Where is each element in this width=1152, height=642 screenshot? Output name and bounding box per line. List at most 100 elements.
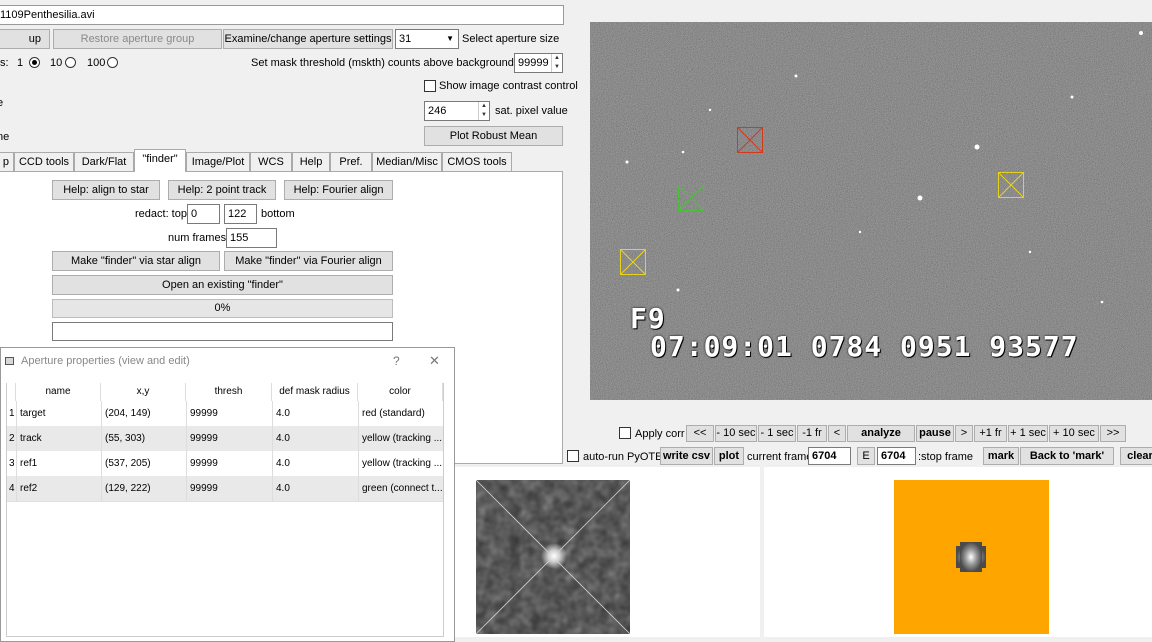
cell-name[interactable]: track xyxy=(16,426,101,451)
cell-thresh[interactable]: 99999 xyxy=(186,476,272,501)
plot-robust-mean-button[interactable]: Plot Robust Mean xyxy=(424,126,563,146)
cell-radius[interactable]: 4.0 xyxy=(272,476,358,501)
analyze-button[interactable]: analyze xyxy=(847,425,915,442)
current-frame-field[interactable]: 6704 xyxy=(808,447,851,465)
cell-xy[interactable]: (55, 303) xyxy=(101,426,186,451)
column-header-name[interactable]: name xyxy=(16,383,101,401)
contrast-checkbox[interactable] xyxy=(424,80,436,92)
cell-radius[interactable]: 4.0 xyxy=(272,401,358,426)
clear-button[interactable]: clear xyxy=(1120,447,1152,465)
plus-1-sec-button[interactable]: + 1 sec xyxy=(1008,425,1048,442)
aperture-marker-red[interactable] xyxy=(737,127,763,153)
radio-1-label: 1 xyxy=(17,57,24,69)
back-to-mark-button[interactable]: Back to 'mark' xyxy=(1020,447,1114,465)
redact-top-label: redact: top xyxy=(135,208,187,220)
cell-radius[interactable]: 4.0 xyxy=(272,426,358,451)
cell-radius[interactable]: 4.0 xyxy=(272,451,358,476)
plot-button[interactable]: plot xyxy=(714,447,744,465)
redact-bottom-label: bottom xyxy=(261,208,295,220)
sat-pixel-value: 246 xyxy=(428,105,447,117)
cell-xy[interactable]: (129, 222) xyxy=(101,476,186,501)
tab-wcs[interactable]: WCS xyxy=(250,152,292,171)
column-header-def-mask-radius[interactable]: def mask radius xyxy=(272,383,358,401)
tab-ccd-tools[interactable]: CCD tools xyxy=(14,152,74,171)
minus-1-frame-button[interactable]: -1 fr xyxy=(797,425,827,442)
mask-thumbnail-image xyxy=(956,542,986,572)
plus-10-sec-button[interactable]: + 10 sec xyxy=(1049,425,1099,442)
help-icon[interactable]: ? xyxy=(393,354,400,368)
tab-image-plot[interactable]: Image/Plot xyxy=(186,152,250,171)
cell-name[interactable]: ref1 xyxy=(16,451,101,476)
redact-bottom-field[interactable]: 122 xyxy=(224,204,257,224)
make-finder-star-align-button[interactable]: Make "finder" via star align xyxy=(52,251,220,271)
aperture-group-button[interactable]: up xyxy=(0,29,50,49)
tab-help[interactable]: Help xyxy=(292,152,330,171)
aperture-thumbnail[interactable] xyxy=(476,480,630,634)
mask-threshold-spinbox[interactable]: 99999 ▲ ▼ xyxy=(514,53,563,73)
pause-button[interactable]: pause xyxy=(916,425,954,442)
video-frame[interactable]: F9 07:09:01 0784 0951 93577 xyxy=(590,22,1152,400)
cell-thresh[interactable]: 99999 xyxy=(186,451,272,476)
radio-1[interactable] xyxy=(29,57,40,68)
auto-run-pyote-checkbox[interactable] xyxy=(567,450,579,462)
e-button[interactable]: E xyxy=(857,447,875,465)
current-frame-label: current frame: xyxy=(747,451,816,463)
restore-aperture-group-button[interactable]: Restore aperture group xyxy=(53,29,222,49)
cell-thresh[interactable]: 99999 xyxy=(186,401,272,426)
plus-1-frame-button[interactable]: +1 fr xyxy=(974,425,1007,442)
minus-1-sec-button[interactable]: - 1 sec xyxy=(758,425,796,442)
last-frame-button[interactable]: >> xyxy=(1100,425,1126,442)
cell-name[interactable]: target xyxy=(16,401,101,426)
cell-color[interactable]: green (connect t... xyxy=(358,476,443,501)
tab-finder[interactable]: "finder" xyxy=(134,149,186,172)
aperture-marker-green[interactable] xyxy=(678,185,704,211)
aperture-size-select[interactable]: 31 ▼ xyxy=(395,29,459,49)
file-path-field[interactable]: 1109Penthesilia.avi xyxy=(0,5,564,25)
help-fourier-align-button[interactable]: Help: Fourier align xyxy=(284,180,393,200)
dialog-title-bar: Aperture properties (view and edit) ? ✕ xyxy=(1,348,454,375)
examine-aperture-settings-button[interactable]: Examine/change aperture settings xyxy=(223,29,393,49)
close-icon[interactable]: ✕ xyxy=(429,353,440,369)
prev-button[interactable]: < xyxy=(828,425,846,442)
radio-10[interactable] xyxy=(65,57,76,68)
next-button[interactable]: > xyxy=(955,425,973,442)
cell-thresh[interactable]: 99999 xyxy=(186,426,272,451)
sat-pixel-spinbox[interactable]: 246 ▲ ▼ xyxy=(424,101,490,121)
cell-color[interactable]: yellow (tracking ... xyxy=(358,451,443,476)
column-header-thresh[interactable]: thresh xyxy=(186,383,272,401)
cell-xy[interactable]: (537, 205) xyxy=(101,451,186,476)
write-csv-button[interactable]: write csv xyxy=(660,447,713,465)
column-header-color[interactable]: color xyxy=(358,383,443,401)
aperture-marker-yellow-ref1[interactable] xyxy=(998,172,1024,198)
open-existing-finder-button[interactable]: Open an existing "finder" xyxy=(52,275,393,295)
mask-thumbnail[interactable] xyxy=(894,480,1049,634)
cell-color[interactable]: red (standard) xyxy=(358,401,443,426)
mask-threshold-value: 99999 xyxy=(518,57,549,69)
apply-corr-checkbox[interactable] xyxy=(619,427,631,439)
cell-xy[interactable]: (204, 149) xyxy=(101,401,186,426)
tab-cut[interactable]: p xyxy=(0,152,14,171)
stop-frame-field[interactable]: 6704 xyxy=(877,447,916,465)
tab-cmos-tools[interactable]: CMOS tools xyxy=(442,152,512,171)
minus-10-sec-button[interactable]: - 10 sec xyxy=(715,425,757,442)
auto-run-pyote-label: auto-run PyOTE xyxy=(583,451,663,463)
make-finder-fourier-align-button[interactable]: Make "finder" via Fourier align xyxy=(224,251,393,271)
column-header-xy[interactable]: x,y xyxy=(101,383,186,401)
redact-top-field[interactable]: 0 xyxy=(187,204,220,224)
help-align-to-star-button[interactable]: Help: align to star xyxy=(52,180,160,200)
mark-button[interactable]: mark xyxy=(983,447,1019,465)
tab-pref[interactable]: Pref. xyxy=(330,152,372,171)
tab-median-misc[interactable]: Median/Misc xyxy=(372,152,442,171)
num-frames-field[interactable]: 155 xyxy=(226,228,277,248)
spin-arrows-icon: ▲ ▼ xyxy=(478,102,489,120)
help-2-point-track-button[interactable]: Help: 2 point track xyxy=(168,180,276,200)
radio-100[interactable] xyxy=(107,57,118,68)
aperture-marker-yellow-track[interactable] xyxy=(620,249,646,275)
cell-name[interactable]: ref2 xyxy=(16,476,101,501)
finder-progress-bar: 0% xyxy=(52,299,393,318)
tab-dark-flat[interactable]: Dark/Flat xyxy=(74,152,134,171)
cell-color[interactable]: yellow (tracking ... xyxy=(358,426,443,451)
first-frame-button[interactable]: << xyxy=(686,425,714,442)
mask-threshold-label: Set mask threshold (mskth) counts above … xyxy=(251,57,554,69)
row-index: 2 xyxy=(9,433,15,444)
